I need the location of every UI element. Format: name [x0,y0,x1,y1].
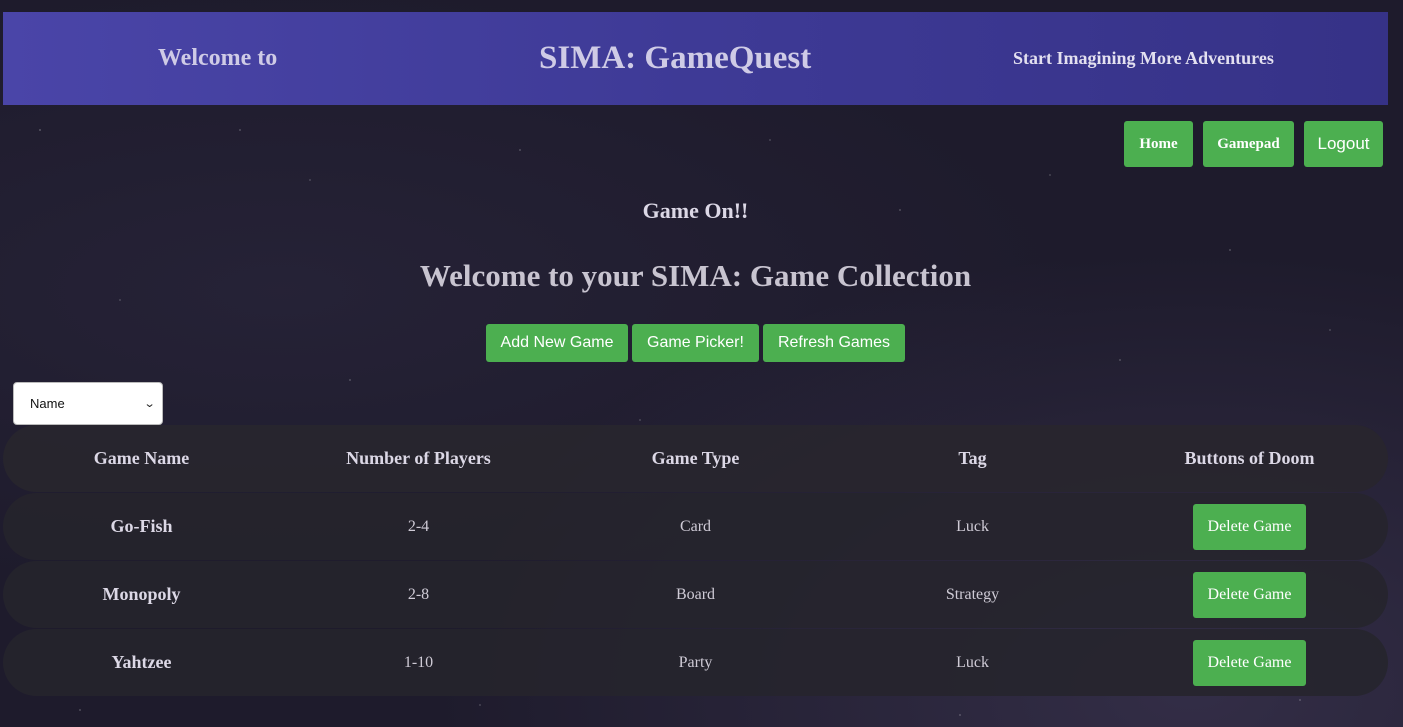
game-tag: Luck [956,653,989,671]
gamepad-button[interactable]: Gamepad [1203,121,1294,167]
chevron-down-icon: ⌄ [143,398,156,410]
delete-game-button[interactable]: Delete Game [1193,503,1306,550]
action-bar: Add New Game Game Picker! Refresh Games [486,324,905,362]
logout-button[interactable]: Logout [1304,121,1383,167]
row-actions: Delete Game [1111,639,1388,686]
welcome-text: Welcome to [158,45,278,71]
game-tag: Luck [956,517,989,535]
row-actions: Delete Game [1111,571,1388,618]
number-of-players: 1-10 [403,653,434,671]
table-row: Yahtzee 1-10 Party Luck Delete Game [3,629,1388,696]
delete-game-button[interactable]: Delete Game [1193,639,1306,686]
column-header-tag: Tag [958,448,987,468]
game-name: Go-Fish [110,516,173,536]
sort-select[interactable]: Name ⌄ [13,382,163,425]
column-header-game-name: Game Name [93,448,190,468]
column-header-players: Number of Players [346,448,491,468]
game-type: Party [678,653,713,671]
row-actions: Delete Game [1111,503,1388,550]
number-of-players: 2-4 [407,517,430,535]
top-nav: Home Gamepad Logout [1124,121,1383,167]
page-title: Welcome to your SIMA: Game Collection [419,258,972,293]
games-table: Game Name Number of Players Game Type Ta… [3,425,1388,697]
game-name: Yahtzee [111,652,172,672]
column-header-game-type: Game Type [651,448,740,468]
table-header-row: Game Name Number of Players Game Type Ta… [3,425,1388,492]
site-title: SIMA: GameQuest [539,40,812,76]
game-type: Card [679,517,712,535]
game-tag: Strategy [945,585,1000,603]
delete-game-button[interactable]: Delete Game [1193,571,1306,618]
table-row: Monopoly 2-8 Board Strategy Delete Game [3,561,1388,628]
game-picker-button[interactable]: Game Picker! [632,324,759,362]
game-name: Monopoly [102,584,181,604]
refresh-games-button[interactable]: Refresh Games [763,324,905,362]
tagline: Start Imagining More Adventures [1013,48,1274,68]
header-banner: Welcome to SIMA: GameQuest Start Imagini… [3,12,1388,105]
number-of-players: 2-8 [407,585,430,603]
table-row: Go-Fish 2-4 Card Luck Delete Game [3,493,1388,560]
game-type: Board [675,585,716,603]
column-header-actions: Buttons of Doom [1184,448,1315,468]
home-button[interactable]: Home [1124,121,1193,167]
add-new-game-button[interactable]: Add New Game [486,324,628,362]
game-on-heading: Game On!! [642,198,749,223]
sort-select-value: Name [30,396,65,411]
